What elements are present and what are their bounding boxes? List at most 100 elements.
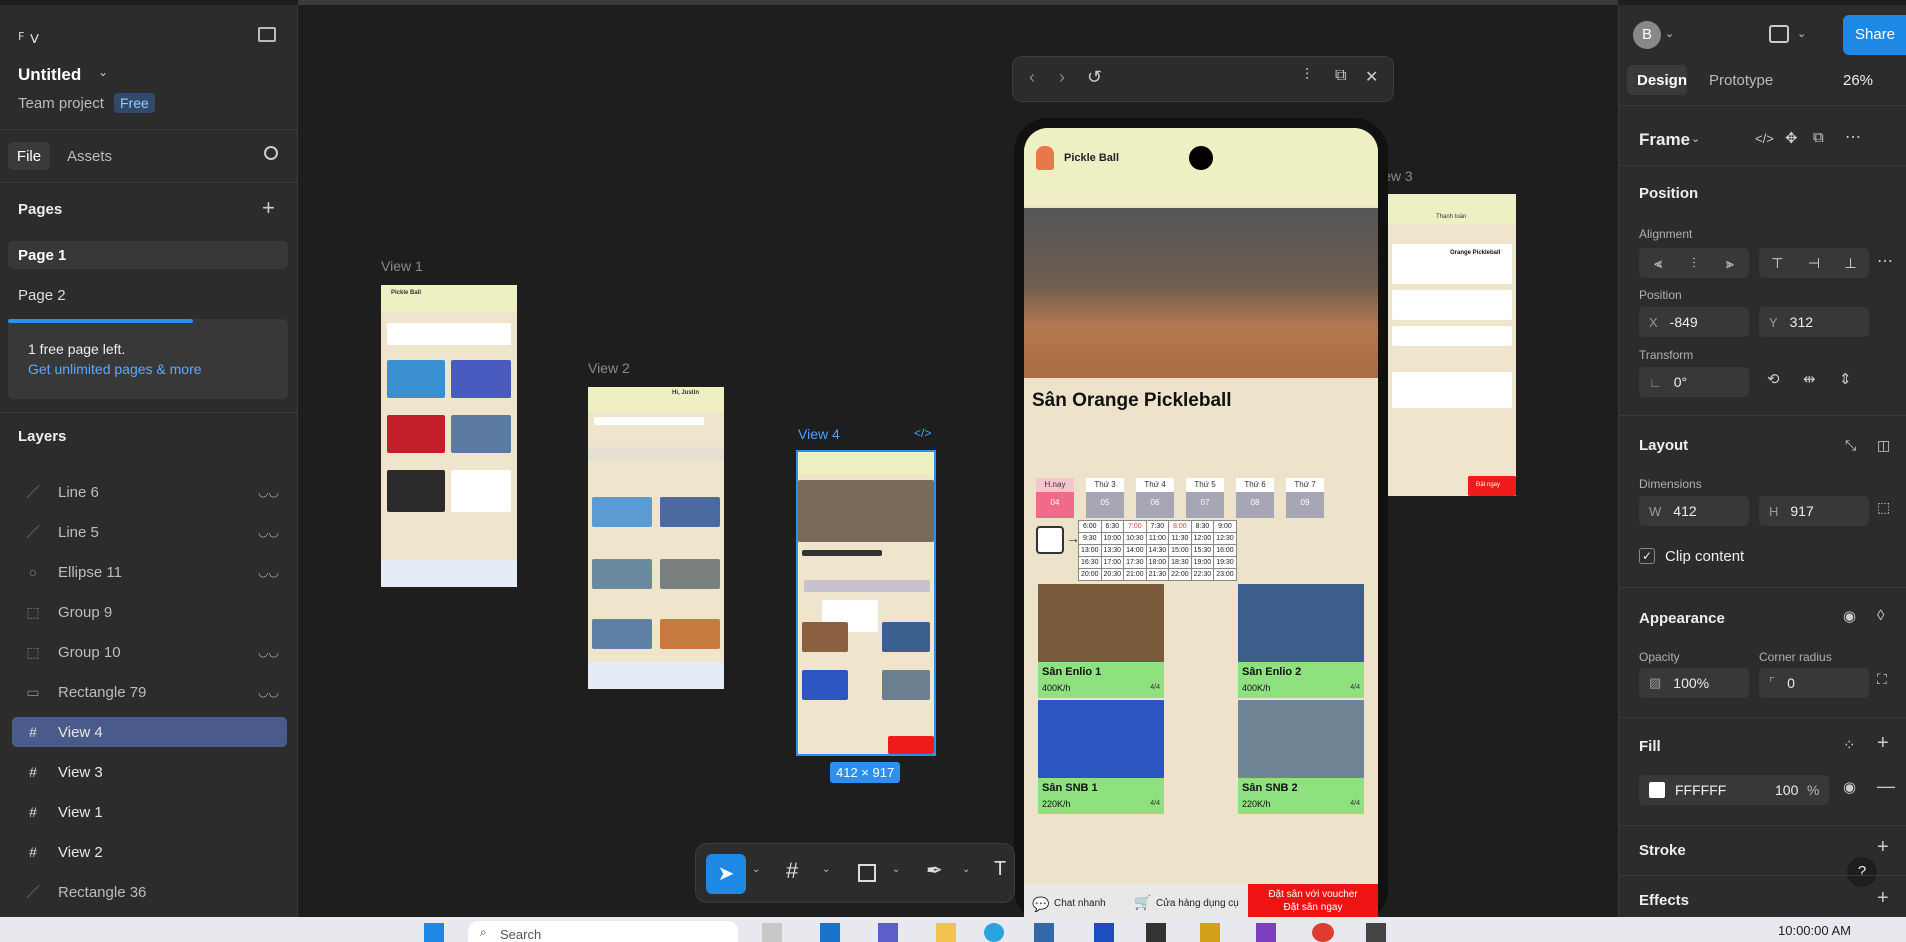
time-slot[interactable]: 21:00 bbox=[1123, 568, 1147, 581]
rectangle-tool-icon[interactable] bbox=[858, 864, 876, 882]
layer-row[interactable]: # View 4 bbox=[12, 717, 287, 747]
fill-opacity[interactable]: 100 bbox=[1775, 782, 1798, 798]
chevron-down-icon[interactable]: ⌄ bbox=[98, 65, 108, 79]
page-item-1[interactable]: Page 1 bbox=[18, 247, 66, 264]
time-slot[interactable]: 12:30 bbox=[1213, 532, 1237, 545]
plan-badge[interactable]: Free bbox=[114, 93, 155, 113]
time-slot[interactable]: 13:30 bbox=[1100, 544, 1125, 557]
edge-icon[interactable] bbox=[984, 923, 1004, 942]
align-middle-icon[interactable]: ⊣ bbox=[1808, 255, 1820, 272]
tab-assets[interactable]: Assets bbox=[67, 148, 112, 165]
view-3-frame[interactable]: Thanh toán Orange Pickleball Đặt ngay bbox=[1388, 194, 1516, 496]
layer-row[interactable]: ⬚ Group 9 bbox=[12, 597, 287, 627]
add-fill-icon[interactable]: + bbox=[1877, 732, 1889, 755]
layer-row[interactable]: ○ Ellipse 11 ◡◡ bbox=[12, 557, 287, 587]
frame-tool-icon[interactable]: # bbox=[786, 858, 798, 884]
restart-icon[interactable]: ↺ bbox=[1087, 67, 1102, 88]
opacity-value[interactable]: 100% bbox=[1673, 675, 1709, 691]
court-image[interactable] bbox=[1238, 584, 1364, 662]
add-page-icon[interactable]: + bbox=[262, 195, 275, 221]
folder-icon[interactable] bbox=[936, 923, 956, 942]
rotate-icon[interactable]: ⟲ bbox=[1767, 370, 1780, 388]
day-chip[interactable]: Thứ 4 06 bbox=[1136, 478, 1174, 518]
view-2-label[interactable]: View 2 bbox=[588, 360, 630, 376]
x-value[interactable]: -849 bbox=[1670, 314, 1698, 330]
time-slot[interactable]: 8:30 bbox=[1190, 520, 1215, 533]
present-icon[interactable] bbox=[1769, 25, 1789, 43]
day-chip[interactable]: H.nay 04 bbox=[1036, 478, 1074, 518]
component-icon[interactable]: ✥ bbox=[1785, 129, 1798, 147]
visual-studio-icon[interactable] bbox=[1256, 923, 1276, 942]
opacity-field[interactable]: ▨ 100% bbox=[1639, 668, 1749, 698]
hidden-eye-icon[interactable]: ◡◡ bbox=[258, 645, 279, 659]
tab-design[interactable]: Design bbox=[1637, 72, 1687, 89]
width-field[interactable]: W 412 bbox=[1639, 496, 1749, 526]
time-slot[interactable]: 16:30 bbox=[1078, 556, 1102, 569]
time-slot[interactable]: 19:00 bbox=[1190, 556, 1215, 569]
layer-row[interactable]: ⬚ Group 10 ◡◡ bbox=[12, 637, 287, 667]
width-value[interactable]: 412 bbox=[1673, 503, 1696, 519]
chevron-down-icon[interactable]: ⌄ bbox=[892, 864, 900, 875]
store-icon[interactable] bbox=[1034, 923, 1054, 942]
radius-field[interactable]: ⌜ 0 bbox=[1759, 668, 1869, 698]
time-slot[interactable]: 7:00 bbox=[1123, 520, 1147, 533]
time-slot[interactable]: 22:00 bbox=[1168, 568, 1192, 581]
tab-prototype[interactable]: Prototype bbox=[1709, 72, 1773, 89]
time-slot[interactable]: 15:30 bbox=[1190, 544, 1215, 557]
eye-icon[interactable]: ◉ bbox=[1843, 778, 1856, 796]
time-slot[interactable]: 18:30 bbox=[1168, 556, 1192, 569]
resize-icon[interactable]: ⬚ bbox=[1877, 499, 1890, 516]
time-slot[interactable]: 20:00 bbox=[1078, 568, 1102, 581]
clip-content-label[interactable]: Clip content bbox=[1665, 548, 1744, 565]
word-icon[interactable] bbox=[1094, 923, 1114, 942]
avatar[interactable]: B bbox=[1633, 21, 1661, 49]
align-left-icon[interactable]: ⫷ bbox=[1654, 255, 1662, 272]
time-slot[interactable]: 21:30 bbox=[1145, 568, 1170, 581]
layer-row[interactable]: ／ Rectangle 36 bbox=[12, 877, 287, 907]
styles-grid-icon[interactable]: ⁘ bbox=[1843, 736, 1856, 754]
flip-vertical-icon[interactable]: ⇕ bbox=[1839, 370, 1852, 388]
layer-row[interactable]: # View 1 bbox=[12, 797, 287, 827]
add-effect-icon[interactable]: + bbox=[1877, 887, 1889, 910]
back-icon[interactable]: ‹ bbox=[1029, 67, 1035, 88]
search-icon[interactable] bbox=[264, 146, 278, 160]
time-slot[interactable]: 20:30 bbox=[1100, 568, 1125, 581]
time-slot[interactable]: 10:30 bbox=[1123, 532, 1147, 545]
toggle-sidebar-icon[interactable] bbox=[258, 27, 276, 42]
time-slot[interactable]: 15:00 bbox=[1168, 544, 1192, 557]
align-top-icon[interactable]: ⊤ bbox=[1771, 255, 1783, 272]
open-external-icon[interactable]: ⧉ bbox=[1335, 67, 1346, 85]
time-slot[interactable]: 17:30 bbox=[1123, 556, 1147, 569]
close-icon[interactable]: ✕ bbox=[1365, 67, 1378, 87]
pen-tool-icon[interactable]: ✒ bbox=[926, 858, 943, 883]
layer-row[interactable]: ／ Line 6 ◡◡ bbox=[12, 477, 287, 507]
hidden-eye-icon[interactable]: ◡◡ bbox=[258, 485, 279, 499]
hidden-eye-icon[interactable]: ◡◡ bbox=[258, 565, 279, 579]
court-card[interactable]: Sân Enlio 1 400K/h 4/4 bbox=[1038, 662, 1164, 698]
share-button[interactable]: Share bbox=[1843, 15, 1906, 55]
court-image[interactable] bbox=[1038, 584, 1164, 662]
eye-icon[interactable]: ◉ bbox=[1843, 607, 1856, 625]
app-icon[interactable] bbox=[1200, 923, 1220, 942]
view-4-frame[interactable] bbox=[796, 450, 936, 756]
amazon-icon[interactable] bbox=[1146, 923, 1166, 942]
hidden-eye-icon[interactable]: ◡◡ bbox=[258, 525, 279, 539]
time-slot[interactable]: 11:30 bbox=[1168, 532, 1192, 545]
windows-start-icon[interactable] bbox=[424, 923, 444, 942]
independent-corners-icon[interactable]: ⛶ bbox=[1877, 671, 1887, 688]
view-2-frame[interactable]: Hi, Justin bbox=[588, 387, 724, 689]
chevron-down-icon[interactable]: ⌄ bbox=[1797, 27, 1806, 40]
layer-row[interactable]: # View 3 bbox=[12, 757, 287, 787]
day-chip[interactable]: Thứ 6 08 bbox=[1236, 478, 1274, 518]
figma-app-icon[interactable] bbox=[1366, 923, 1386, 942]
court-card[interactable]: Sân Enlio 2 400K/h 4/4 bbox=[1238, 662, 1364, 698]
court-image[interactable] bbox=[1038, 700, 1164, 778]
tab-file[interactable]: File bbox=[8, 142, 50, 170]
collapse-icon[interactable]: ⤡ bbox=[1845, 437, 1856, 454]
time-slot[interactable]: 14:30 bbox=[1145, 544, 1170, 557]
fill-field[interactable]: FFFFFF 100 % bbox=[1639, 775, 1829, 805]
radius-value[interactable]: 0 bbox=[1787, 675, 1795, 691]
time-slot[interactable]: 11:00 bbox=[1145, 532, 1170, 545]
file-explorer-icon[interactable] bbox=[762, 923, 782, 942]
figma-menu-icon[interactable]: ꟳ ˅ bbox=[18, 27, 40, 51]
